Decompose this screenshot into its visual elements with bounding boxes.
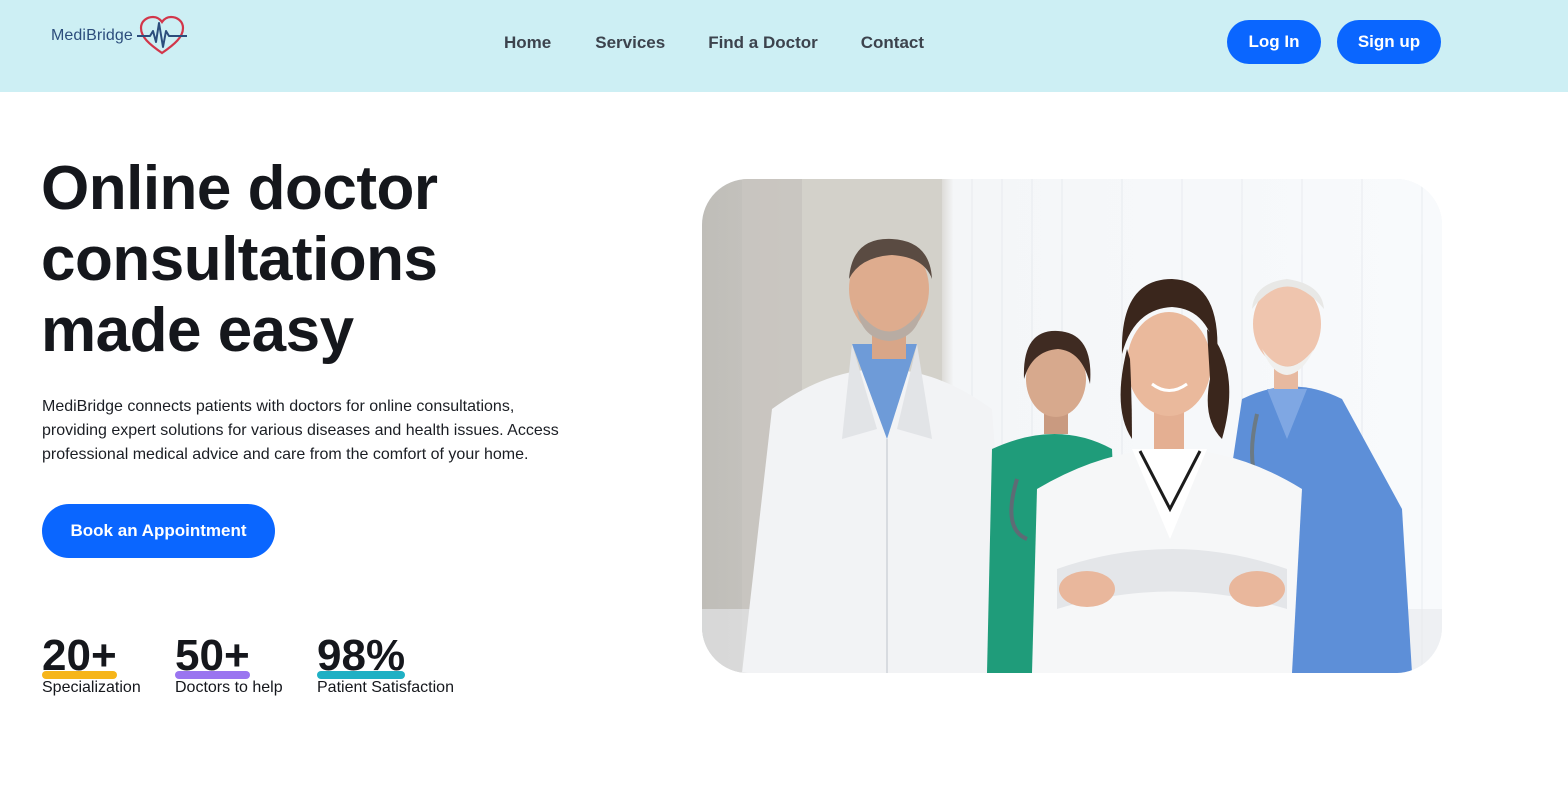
- nav-services[interactable]: Services: [595, 31, 665, 55]
- hero-title-line: Online doctor: [41, 154, 438, 223]
- stat-value: 50+: [175, 630, 250, 682]
- hero-title: Online doctor consultations made easy: [41, 153, 601, 366]
- nav-contact[interactable]: Contact: [861, 31, 924, 55]
- hero-description-line: providing expert solutions for various d…: [42, 422, 559, 439]
- hero-description-line: professional medical advice and care fro…: [42, 446, 529, 463]
- login-button[interactable]: Log In: [1227, 20, 1321, 64]
- nav-home[interactable]: Home: [504, 31, 551, 55]
- stat-value: 20+: [42, 630, 117, 682]
- stat-satisfaction: 98% Patient Satisfaction: [317, 630, 454, 698]
- stat-doctors: 50+ Doctors to help: [175, 630, 283, 698]
- hero-description-line: MediBridge connects patients with doctor…: [42, 398, 515, 415]
- stat-value-text: 20+: [42, 631, 117, 680]
- stat-value: 98%: [317, 630, 406, 682]
- logo[interactable]: MediBridge: [51, 15, 187, 56]
- medical-team-photo: [702, 179, 1442, 673]
- top-navigation-bar: MediBridge Home Services Find a Doctor C…: [0, 0, 1568, 92]
- stat-value-text: 50+: [175, 631, 250, 680]
- logo-text: MediBridge: [51, 27, 133, 44]
- medical-team-illustration: [702, 179, 1442, 673]
- main-nav: Home Services Find a Doctor Contact: [504, 31, 924, 55]
- book-appointment-button[interactable]: Book an Appointment: [42, 504, 275, 558]
- hero-description: MediBridge connects patients with doctor…: [42, 395, 602, 467]
- signup-button[interactable]: Sign up: [1337, 20, 1441, 64]
- nav-find-a-doctor[interactable]: Find a Doctor: [708, 31, 818, 55]
- hero-title-line: made easy: [41, 296, 354, 365]
- heartbeat-heart-icon: [136, 15, 187, 55]
- stat-specialization: 20+ Specialization: [42, 630, 141, 698]
- stat-value-text: 98%: [317, 631, 406, 680]
- hero-title-line: consultations: [41, 225, 438, 294]
